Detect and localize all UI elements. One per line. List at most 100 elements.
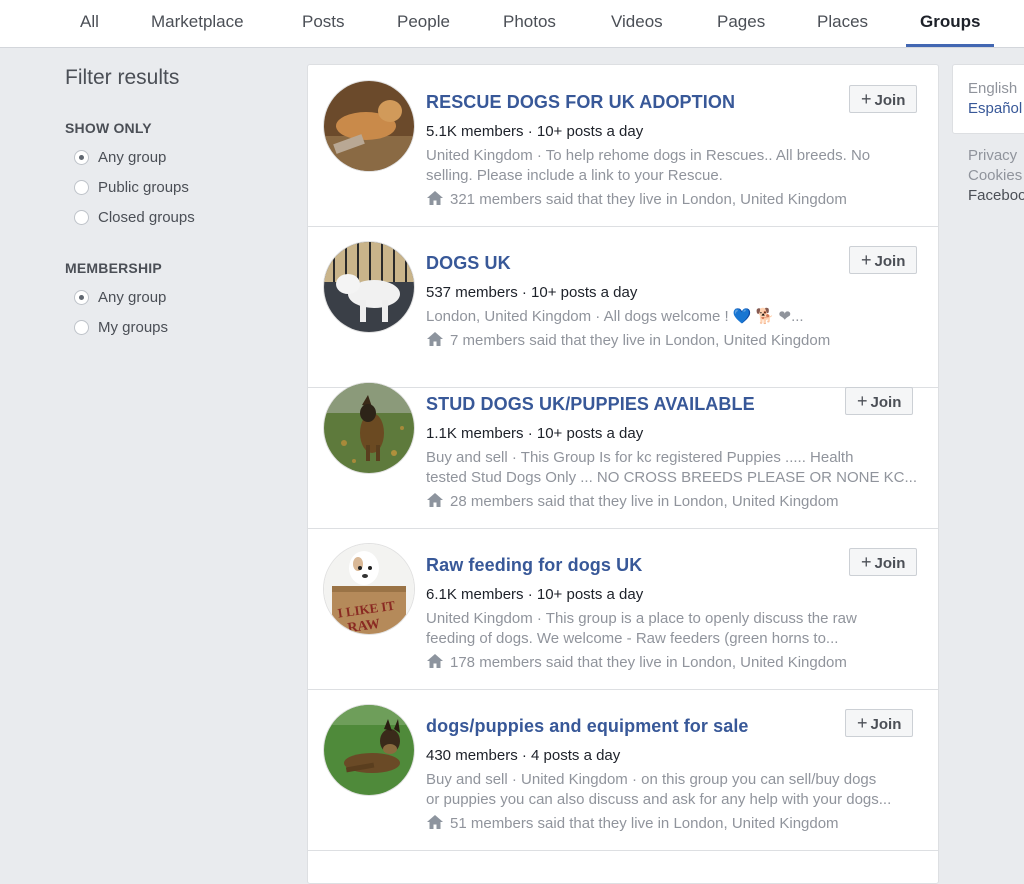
join-label: Join	[874, 253, 906, 270]
membership-heading: MEMBERSHIP	[65, 260, 162, 276]
join-group-button[interactable]: + Join	[849, 548, 918, 576]
group-photo[interactable]	[324, 383, 414, 473]
group-photo[interactable]	[324, 242, 414, 332]
group-location-info: 321 members said that they live in Londo…	[426, 190, 847, 210]
radio-label: My groups	[98, 319, 169, 336]
facebook-link[interactable]: Facebook	[968, 186, 1024, 206]
tab-label: Marketplace	[151, 12, 244, 31]
description-line: feeding of dogs. We welcome - Raw feeder…	[426, 630, 839, 647]
group-description: Buy and sell · This Group Is for kc regi…	[426, 448, 926, 488]
tab-label: All	[80, 12, 99, 31]
tab-people[interactable]: People	[397, 0, 450, 47]
join-label: Join	[874, 555, 906, 572]
tab-places[interactable]: Places	[817, 0, 868, 47]
description-line: or puppies you can also discuss and ask …	[426, 791, 892, 808]
tab-pages[interactable]: Pages	[717, 0, 765, 47]
plus-icon: +	[861, 250, 872, 270]
description-line: United Kingdom · To help rehome dogs in …	[426, 147, 871, 164]
search-filter-tabs: All Marketplace Posts People Photos Vide…	[0, 0, 1024, 48]
location-text: 178 members said that they live in Londo…	[450, 654, 847, 671]
radio-button[interactable]	[74, 290, 89, 305]
radio-button[interactable]	[74, 180, 89, 195]
group-name-link[interactable]: dogs/puppies and equipment for sale	[426, 716, 749, 737]
language-option-link[interactable]: Español	[968, 100, 1022, 117]
group-name-link[interactable]: Raw feeding for dogs UK	[426, 555, 642, 576]
tab-label: Pages	[717, 12, 766, 31]
tab-groups[interactable]: Groups	[906, 0, 995, 47]
join-label: Join	[870, 716, 902, 733]
show-only-heading: SHOW ONLY	[65, 120, 152, 136]
tab-posts[interactable]: Posts	[302, 0, 345, 47]
home-icon	[426, 814, 444, 834]
location-text: 7 members said that they live in London,…	[450, 332, 831, 349]
tab-all[interactable]: All	[80, 0, 99, 47]
group-stats: 6.1K members · 10+ posts a day	[426, 586, 644, 603]
join-group-button[interactable]: + Join	[845, 387, 914, 415]
radio-label: Public groups	[98, 179, 189, 196]
group-description: Buy and sell · United Kingdom · on this …	[426, 770, 926, 810]
tab-label: Groups	[920, 12, 981, 31]
cookies-link[interactable]: Cookies	[968, 166, 1024, 186]
join-label: Join	[870, 394, 902, 411]
description-line: London, United Kingdom · All dogs welcom…	[426, 308, 804, 325]
filter-panel: Filter results SHOW ONLY Any group Publi…	[65, 64, 285, 336]
group-name-link[interactable]: DOGS UK	[426, 253, 511, 274]
group-photo[interactable]	[324, 705, 414, 795]
language-selector: English Español	[952, 64, 1024, 134]
tab-label: Places	[817, 12, 869, 31]
group-location-info: 178 members said that they live in Londo…	[426, 653, 847, 673]
tab-label: Posts	[302, 12, 345, 31]
radio-label: Any group	[98, 149, 167, 166]
group-name-link[interactable]: STUD DOGS UK/PUPPIES AVAILABLE	[426, 394, 755, 415]
plus-icon: +	[857, 391, 868, 411]
description-line: Buy and sell · This Group Is for kc regi…	[426, 449, 854, 466]
filter-results-title: Filter results	[65, 66, 180, 89]
radio-label: Any group	[98, 289, 167, 306]
plus-icon: +	[861, 552, 872, 572]
group-photo[interactable]: I LIKE IT RAW	[324, 544, 414, 634]
description-line: United Kingdom · This group is a place t…	[426, 610, 857, 627]
group-result-card: dogs/puppies and equipment for sale 430 …	[308, 689, 938, 851]
group-photo[interactable]	[324, 81, 414, 171]
join-group-button[interactable]: + Join	[849, 246, 918, 274]
description-line: tested Stud Dogs Only ... NO CROSS BREED…	[426, 469, 917, 486]
tab-videos[interactable]: Videos	[611, 0, 663, 47]
plus-icon: +	[857, 713, 868, 733]
location-text: 28 members said that they live in London…	[450, 493, 839, 510]
plus-icon: +	[861, 89, 872, 109]
home-icon	[426, 653, 444, 673]
join-group-button[interactable]: + Join	[849, 85, 918, 113]
active-tab-indicator	[906, 44, 995, 47]
group-result-card: STUD DOGS UK/PUPPIES AVAILABLE 1.1K memb…	[308, 367, 938, 529]
home-icon	[426, 492, 444, 512]
group-stats: 430 members · 4 posts a day	[426, 747, 621, 764]
group-result-card: I LIKE IT RAW Raw feeding for dogs UK 6.…	[308, 528, 938, 690]
radio-label: Closed groups	[98, 209, 195, 226]
home-icon	[426, 190, 444, 210]
description-line: Buy and sell · United Kingdom · on this …	[426, 771, 877, 788]
location-text: 321 members said that they live in Londo…	[450, 191, 847, 208]
group-stats: 1.1K members · 10+ posts a day	[426, 425, 644, 442]
privacy-link[interactable]: Privacy	[968, 146, 1024, 166]
group-location-info: 51 members said that they live in London…	[426, 814, 839, 834]
group-results-list: RESCUE DOGS FOR UK ADOPTION 5.1K members…	[307, 64, 939, 884]
group-stats: 537 members · 10+ posts a day	[426, 284, 638, 301]
group-description: United Kingdom · This group is a place t…	[426, 609, 926, 649]
tab-label: Photos	[503, 12, 556, 31]
group-result-card: RESCUE DOGS FOR UK ADOPTION 5.1K members…	[308, 65, 938, 227]
group-name-link[interactable]: RESCUE DOGS FOR UK ADOPTION	[426, 92, 735, 113]
radio-button[interactable]	[74, 210, 89, 225]
group-location-info: 28 members said that they live in London…	[426, 492, 839, 512]
description-line: selling. Please include a link to your R…	[426, 167, 723, 184]
location-text: 51 members said that they live in London…	[450, 815, 839, 832]
group-stats: 5.1K members · 10+ posts a day	[426, 123, 644, 140]
join-group-button[interactable]: + Join	[845, 709, 914, 737]
home-icon	[426, 331, 444, 351]
radio-button[interactable]	[74, 150, 89, 165]
tab-marketplace[interactable]: Marketplace	[151, 0, 244, 47]
tab-photos[interactable]: Photos	[503, 0, 556, 47]
radio-button[interactable]	[74, 320, 89, 335]
group-location-info: 7 members said that they live in London,…	[426, 331, 830, 351]
current-language: English	[968, 80, 1018, 97]
join-label: Join	[874, 92, 906, 109]
